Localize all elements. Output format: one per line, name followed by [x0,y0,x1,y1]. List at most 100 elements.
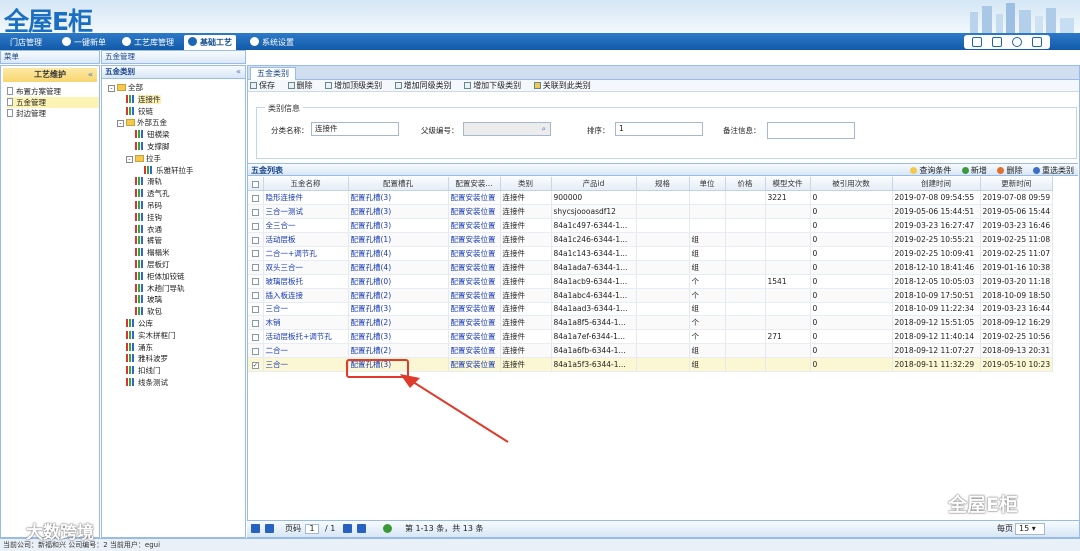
column-header[interactable]: 被引用次数 [810,177,893,192]
config-slot-link[interactable]: 配置孔槽(3) [348,204,449,220]
add-sibling-category-button[interactable]: 增加同级类别 [394,81,452,90]
tree-node[interactable]: 木趟门导轨 [108,283,245,295]
row-checkbox[interactable] [248,302,264,317]
save-button[interactable]: 保存 [250,81,275,90]
column-header[interactable]: 五金名称 [263,177,349,192]
hardware-name-link[interactable]: 三合一 [263,357,349,372]
row-checkbox[interactable] [248,260,264,275]
nav-tab-quick-order[interactable]: 一键新单 [58,35,110,50]
column-header[interactable]: 更新时间 [980,177,1054,192]
hardware-name-link[interactable]: 隐形连接件 [263,190,349,206]
config-slot-link[interactable]: 配置孔槽(2) [348,288,449,303]
config-slot-link[interactable]: 配置孔槽(3) [348,218,449,234]
tree-node[interactable]: 扣线门 [108,365,245,377]
next-page-icon[interactable] [343,524,352,533]
config-slot-link[interactable]: 配置孔槽(0) [348,274,449,289]
table-row[interactable]: 双头三合一 配置孔槽(4) 配置安装位置 连接件 84a1ada7-6344-1... 组… [248,260,1054,275]
config-install-link[interactable]: 配置安装位置 [448,315,501,331]
collapse-icon[interactable]: « [236,66,241,78]
tree-node[interactable]: 乐雅轩拉手 [108,165,245,177]
nav-tab-system-settings[interactable]: 系统设置 [246,35,298,50]
config-install-link[interactable]: 配置安装位置 [448,218,501,234]
table-row[interactable]: 插入板连接 配置孔槽(2) 配置安装位置 连接件 84a1abc4-6344-1... 个… [248,288,1054,303]
column-header[interactable]: 产品id [551,177,637,192]
grid-delete-button[interactable]: 删除 [997,166,1022,175]
table-row[interactable]: 隐形连接件 配置孔槽(3) 配置安装位置 连接件 900000 3221 0 2019-07-… [248,190,1054,206]
sort-input[interactable]: 1 [615,122,703,136]
nav-tab-basic-craft[interactable]: 基础工艺 [184,35,236,50]
config-install-link[interactable]: 配置安装位置 [448,204,501,220]
menu-item-hardware[interactable]: 五金管理 [7,97,99,108]
row-checkbox[interactable] [248,329,264,345]
delete-button[interactable]: 删除 [287,81,313,90]
hardware-name-link[interactable]: 双头三合一 [263,260,349,275]
column-header[interactable]: 配置槽孔 [348,177,449,192]
page-number-input[interactable]: 1 [305,524,319,534]
parent-id-input[interactable]: ⌕ [463,122,551,136]
hardware-name-link[interactable]: 活动层板 [263,232,349,247]
category-name-input[interactable]: 连接件 [311,122,399,136]
menu-item-layout-plan[interactable]: 布置方案管理 [7,86,99,97]
row-checkbox[interactable] [248,288,264,303]
tree-node[interactable]: 榻榻米 [108,247,245,259]
row-checkbox[interactable] [248,343,264,359]
last-page-icon[interactable] [357,524,366,533]
tree-node[interactable]: 柜体加铰链 [108,271,245,283]
hardware-name-link[interactable]: 二合一+调节孔 [263,246,349,261]
prev-page-icon[interactable] [265,524,274,533]
column-header[interactable]: 创建时间 [892,177,981,192]
exit-icon[interactable] [1032,37,1042,47]
config-slot-link[interactable]: 配置孔槽(2) [348,315,449,331]
config-install-link[interactable]: 配置安装位置 [448,302,501,317]
tree-node[interactable]: 软包 [108,306,245,318]
config-install-link[interactable]: 配置安装位置 [448,288,501,303]
column-header[interactable]: 类别 [500,177,552,192]
config-install-link[interactable]: 配置安装位置 [448,232,501,247]
table-row[interactable]: 二合一+调节孔 配置孔槽(4) 配置安装位置 连接件 84a1c143-6344-1..… [248,246,1054,261]
first-page-icon[interactable] [251,524,260,533]
collapse-icon[interactable]: « [88,68,93,82]
tree-node[interactable]: 连接件 [108,94,245,106]
row-checkbox[interactable] [248,274,264,289]
hardware-name-link[interactable]: 三合一测试 [263,204,349,220]
config-slot-link[interactable]: 配置孔槽(3) [348,329,449,345]
tree-node[interactable]: 衣通 [108,224,245,236]
table-row[interactable]: 活动层板托+调节孔 配置孔槽(3) 配置安装位置 连接件 84a1a7ef-6344-1… [248,329,1054,345]
refresh-icon[interactable] [383,524,392,533]
table-row[interactable]: 木销 配置孔槽(2) 配置安装位置 连接件 84a1a8f5-6344-1... 个 0 20… [248,315,1054,331]
link-to-category-button[interactable]: 关联到此类别 [533,81,591,90]
config-slot-link[interactable]: 配置孔槽(3) [348,190,449,206]
config-slot-link[interactable]: 配置孔槽(2) [348,343,449,359]
hardware-name-link[interactable]: 插入板连接 [263,288,349,303]
row-checkbox[interactable] [248,204,264,220]
per-page-select[interactable]: 15 ▾ [1015,523,1045,535]
tree-node[interactable]: 雅科波罗 [108,353,245,365]
config-slot-link[interactable]: 配置孔槽(4) [348,260,449,275]
gear-icon[interactable] [1012,37,1022,47]
table-row[interactable]: 二合一 配置孔槽(2) 配置安装位置 连接件 84a1a6fb-6344-1... 组 0 2… [248,343,1054,359]
hardware-name-link[interactable]: 玻璃层板托 [263,274,349,289]
column-header[interactable]: 价格 [725,177,766,192]
row-checkbox[interactable] [248,190,264,206]
lock-icon[interactable] [972,37,982,47]
config-install-link[interactable]: 配置安装位置 [448,190,501,206]
row-checkbox[interactable] [248,218,264,234]
table-row[interactable]: 玻璃层板托 配置孔槽(0) 配置安装位置 连接件 84a1acb9-6344-1... 个… [248,274,1054,289]
row-checkbox[interactable]: ✓ [248,357,264,372]
hardware-name-link[interactable]: 全三合一 [263,218,349,234]
tree-node[interactable]: 实木拼框门 [108,330,245,342]
reselect-category-button[interactable]: 重选类别 [1033,166,1074,175]
config-slot-link[interactable]: 配置孔槽(1) [348,232,449,247]
tree-node[interactable]: 线条测试 [108,377,245,389]
column-header[interactable]: 配置安装... [448,177,501,192]
tree-node[interactable]: - 全部 [108,82,245,94]
config-slot-link[interactable]: 配置孔槽(3) [348,302,449,317]
collapse-toggle-icon[interactable]: - [108,85,115,92]
config-install-link[interactable]: 配置安装位置 [448,260,501,275]
column-header[interactable]: 单位 [689,177,726,192]
menu-item-edge-banding[interactable]: 封边管理 [7,108,99,119]
table-row[interactable]: 三合一测试 配置孔槽(3) 配置安装位置 连接件 shycsjoooasdf12 0 201… [248,204,1054,220]
collapse-toggle-icon[interactable]: - [117,120,124,128]
tree-node[interactable]: 涌东 [108,342,245,354]
remark-input[interactable] [767,122,855,139]
